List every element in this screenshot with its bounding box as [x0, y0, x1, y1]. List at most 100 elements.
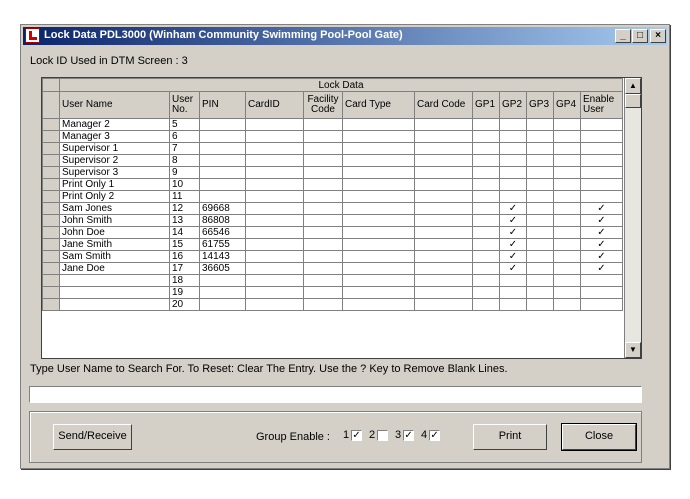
- cell-enable-user[interactable]: [580, 274, 623, 287]
- cell-user-name[interactable]: Manager 2: [59, 118, 170, 131]
- cell-card-type[interactable]: [342, 250, 415, 263]
- cell-card-id[interactable]: [245, 286, 304, 299]
- cell-gp4[interactable]: [553, 142, 581, 155]
- cell-facility-code[interactable]: [303, 190, 343, 203]
- cell-card-id[interactable]: [245, 154, 304, 167]
- cell-gp4[interactable]: [553, 274, 581, 287]
- cell-gp1[interactable]: [472, 226, 500, 239]
- cell-pin[interactable]: [199, 286, 246, 299]
- row-selector[interactable]: [42, 202, 60, 215]
- cell-card-id[interactable]: [245, 238, 304, 251]
- cell-card-type[interactable]: [342, 262, 415, 275]
- cell-facility-code[interactable]: [303, 298, 343, 311]
- cell-user-no[interactable]: 20: [169, 298, 200, 311]
- cell-pin[interactable]: [199, 154, 246, 167]
- row-selector[interactable]: [42, 154, 60, 167]
- table-row[interactable]: 19: [42, 286, 623, 299]
- cell-card-type[interactable]: [342, 298, 415, 311]
- cell-facility-code[interactable]: [303, 118, 343, 131]
- cell-card-type[interactable]: [342, 190, 415, 203]
- cell-card-type[interactable]: [342, 154, 415, 167]
- col-header-gp2[interactable]: GP2: [499, 91, 527, 119]
- cell-card-code[interactable]: [414, 238, 473, 251]
- cell-user-name[interactable]: [59, 274, 170, 287]
- cell-gp3[interactable]: [526, 178, 554, 191]
- row-selector[interactable]: [42, 262, 60, 275]
- cell-card-code[interactable]: [414, 286, 473, 299]
- cell-card-type[interactable]: [342, 274, 415, 287]
- cell-pin[interactable]: [199, 166, 246, 179]
- group-enable-1-checkbox[interactable]: ✓: [351, 429, 363, 441]
- cell-gp3[interactable]: [526, 130, 554, 143]
- table-row[interactable]: Supervisor 39: [42, 166, 623, 179]
- cell-enable-user[interactable]: [580, 178, 623, 191]
- cell-gp2[interactable]: ✓: [499, 226, 527, 239]
- cell-gp1[interactable]: [472, 178, 500, 191]
- cell-card-id[interactable]: [245, 178, 304, 191]
- cell-facility-code[interactable]: [303, 238, 343, 251]
- cell-gp2[interactable]: ✓: [499, 214, 527, 227]
- cell-card-code[interactable]: [414, 226, 473, 239]
- close-window-button[interactable]: ×: [650, 29, 666, 43]
- cell-user-no[interactable]: 17: [169, 262, 200, 275]
- cell-enable-user[interactable]: [580, 286, 623, 299]
- col-header-card-type[interactable]: Card Type: [342, 91, 415, 119]
- cell-facility-code[interactable]: [303, 214, 343, 227]
- send-receive-button[interactable]: Send/Receive: [53, 424, 132, 450]
- maximize-button[interactable]: □: [632, 29, 648, 43]
- row-selector[interactable]: [42, 130, 60, 143]
- col-header-gp3[interactable]: GP3: [526, 91, 554, 119]
- group-enable-4[interactable]: 4 ✓: [421, 429, 441, 441]
- cell-card-code[interactable]: [414, 190, 473, 203]
- cell-card-code[interactable]: [414, 154, 473, 167]
- cell-user-no[interactable]: 14: [169, 226, 200, 239]
- cell-gp1[interactable]: [472, 214, 500, 227]
- cell-gp4[interactable]: [553, 166, 581, 179]
- cell-gp4[interactable]: [553, 118, 581, 131]
- cell-card-type[interactable]: [342, 238, 415, 251]
- group-enable-1[interactable]: 1 ✓: [343, 429, 363, 441]
- cell-enable-user[interactable]: ✓: [580, 262, 623, 275]
- table-row[interactable]: Manager 25: [42, 118, 623, 131]
- cell-card-type[interactable]: [342, 166, 415, 179]
- cell-gp3[interactable]: [526, 262, 554, 275]
- row-selector[interactable]: [42, 226, 60, 239]
- col-header-gp1[interactable]: GP1: [472, 91, 500, 119]
- cell-user-name[interactable]: Print Only 2: [59, 190, 170, 203]
- cell-gp4[interactable]: [553, 130, 581, 143]
- cell-gp1[interactable]: [472, 130, 500, 143]
- cell-card-id[interactable]: [245, 274, 304, 287]
- table-row[interactable]: Supervisor 17: [42, 142, 623, 155]
- cell-card-id[interactable]: [245, 214, 304, 227]
- cell-pin[interactable]: 86808: [199, 214, 246, 227]
- scroll-up-arrow-icon[interactable]: ▲: [625, 78, 641, 94]
- cell-gp4[interactable]: [553, 262, 581, 275]
- cell-gp4[interactable]: [553, 298, 581, 311]
- cell-gp2[interactable]: [499, 142, 527, 155]
- cell-facility-code[interactable]: [303, 286, 343, 299]
- cell-card-type[interactable]: [342, 130, 415, 143]
- cell-card-code[interactable]: [414, 298, 473, 311]
- cell-user-no[interactable]: 12: [169, 202, 200, 215]
- scroll-thumb[interactable]: [625, 94, 641, 108]
- cell-card-code[interactable]: [414, 178, 473, 191]
- table-row[interactable]: John Doe 14 66546 ✓ ✓: [42, 226, 623, 239]
- minimize-button[interactable]: _: [615, 29, 631, 43]
- cell-facility-code[interactable]: [303, 178, 343, 191]
- row-selector[interactable]: [42, 286, 60, 299]
- cell-enable-user[interactable]: [580, 118, 623, 131]
- cell-gp4[interactable]: [553, 238, 581, 251]
- cell-card-type[interactable]: [342, 226, 415, 239]
- cell-pin[interactable]: [199, 130, 246, 143]
- cell-user-no[interactable]: 5: [169, 118, 200, 131]
- row-selector[interactable]: [42, 298, 60, 311]
- table-row[interactable]: John Smith 13 86808 ✓ ✓: [42, 214, 623, 227]
- col-header-enable-user[interactable]: Enable User: [580, 91, 623, 119]
- cell-enable-user[interactable]: ✓: [580, 250, 623, 263]
- cell-gp3[interactable]: [526, 154, 554, 167]
- col-header-card-id[interactable]: CardID: [245, 91, 304, 119]
- cell-gp1[interactable]: [472, 142, 500, 155]
- table-row[interactable]: Sam Jones 12 69668 ✓ ✓: [42, 202, 623, 215]
- cell-pin[interactable]: 36605: [199, 262, 246, 275]
- cell-user-no[interactable]: 15: [169, 238, 200, 251]
